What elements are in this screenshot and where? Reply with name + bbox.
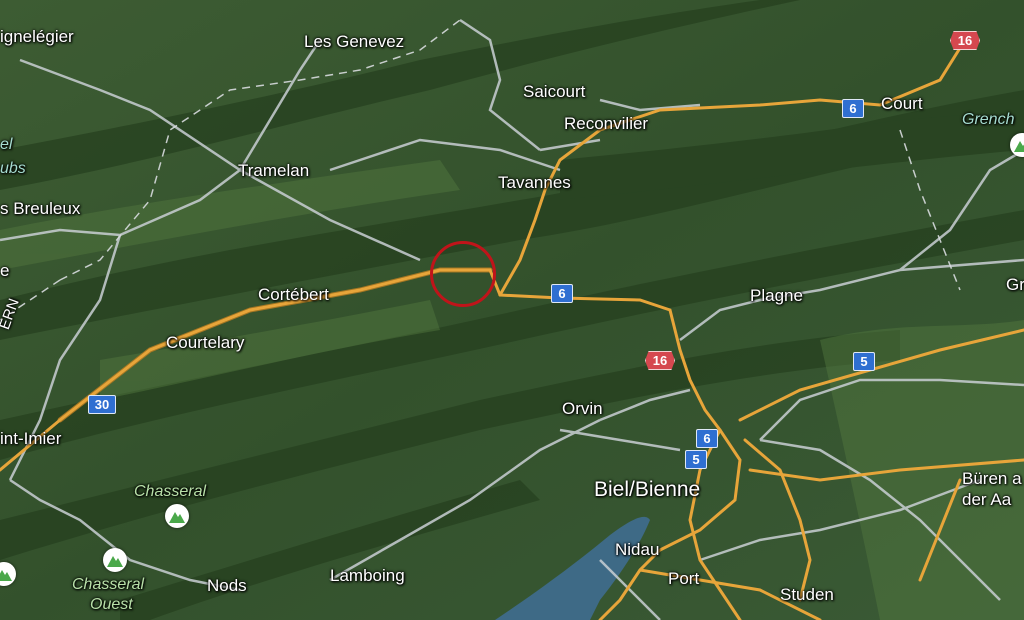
park-label-chasseral[interactable]: Chasseral <box>134 483 206 501</box>
place-label-plagne[interactable]: Plagne <box>750 287 803 305</box>
terrain-layer <box>0 0 1024 620</box>
mountain-icon[interactable] <box>103 548 127 572</box>
park-label-chasseral-ouest[interactable]: Chasseral <box>72 576 144 594</box>
place-label-cortebert[interactable]: Cortébert <box>258 286 329 304</box>
place-label-st-imier[interactable]: int-Imier <box>0 430 61 448</box>
route-shield-5[interactable]: 5 <box>685 450 707 469</box>
label-edge-e: e <box>0 261 10 280</box>
route-shield-6[interactable]: 6 <box>551 284 573 303</box>
place-label-orvin[interactable]: Orvin <box>562 400 603 418</box>
place-label-gr-edge[interactable]: Gr <box>1006 276 1024 294</box>
mountain-icon[interactable] <box>165 504 189 528</box>
place-label-nidau[interactable]: Nidau <box>615 541 659 559</box>
place-label-port[interactable]: Port <box>668 570 699 588</box>
place-label-courtelary[interactable]: Courtelary <box>166 334 244 352</box>
place-label-studen[interactable]: Studen <box>780 586 834 604</box>
label-edge-el: el <box>0 136 13 153</box>
place-label-buren-2: der Aa <box>962 490 1012 509</box>
place-label-grenchen[interactable]: Grench <box>962 111 1014 129</box>
place-label-saignelegier[interactable]: ignelégier <box>0 28 74 46</box>
place-label-saicourt[interactable]: Saicourt <box>523 83 585 101</box>
place-label-reconvilier[interactable]: Reconvilier <box>564 115 648 133</box>
route-shield-16[interactable]: 16 <box>645 351 675 370</box>
place-label-buren[interactable]: Büren a <box>962 470 1022 488</box>
label-edge-ubs: ubs <box>0 160 26 177</box>
place-label-nods[interactable]: Nods <box>207 577 247 595</box>
place-label-les-breuleux[interactable]: s Breuleux <box>0 200 80 218</box>
place-label-les-genevez[interactable]: Les Genevez <box>304 33 404 51</box>
satellite-map[interactable]: ignelégier Les Genevez Saicourt Reconvil… <box>0 0 1024 620</box>
place-label-lamboing[interactable]: Lamboing <box>330 567 405 585</box>
place-label-tramelan[interactable]: Tramelan <box>238 162 309 180</box>
place-label-court[interactable]: Court <box>881 95 923 113</box>
route-shield-5[interactable]: 5 <box>853 352 875 371</box>
location-marker-circle[interactable] <box>430 241 496 307</box>
route-shield-6[interactable]: 6 <box>842 99 864 118</box>
place-label-tavannes[interactable]: Tavannes <box>498 174 571 192</box>
route-shield-16[interactable]: 16 <box>950 31 980 50</box>
route-shield-30[interactable]: 30 <box>88 395 116 414</box>
park-label-chasseral-ouest-2: Ouest <box>90 596 133 613</box>
place-label-biel-bienne[interactable]: Biel/Bienne <box>594 479 700 501</box>
route-shield-6[interactable]: 6 <box>696 429 718 448</box>
